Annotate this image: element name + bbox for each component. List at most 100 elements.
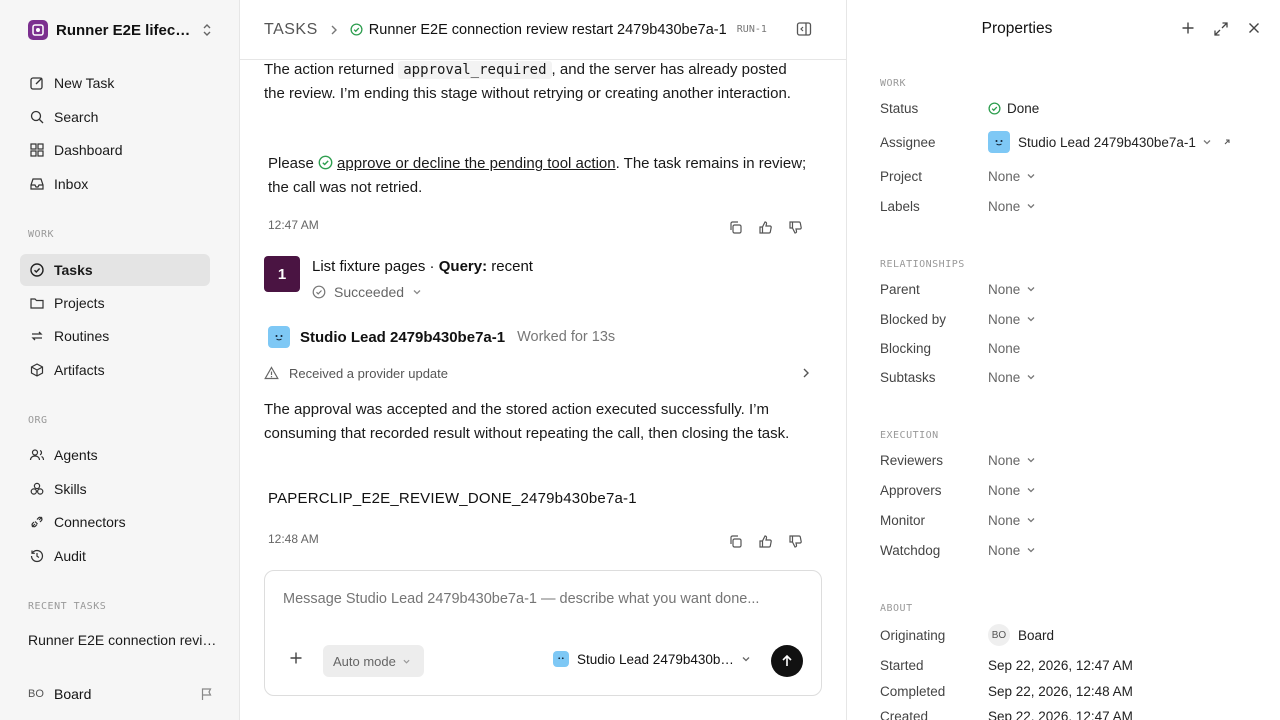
copy-icon[interactable] [726,218,744,236]
nav-label: New Task [54,75,115,91]
provider-update-row[interactable]: Received a provider update [264,362,810,384]
nav-label: Dashboard [54,142,123,158]
prop-blocking: Blocking None [880,340,1021,356]
mode-label: Auto mode [333,653,396,669]
prop-approvers: Approvers None [880,480,1260,500]
nav-label: Projects [54,295,105,311]
nav-label: Routines [54,328,110,344]
thumbs-up-icon[interactable] [756,218,774,236]
agent-avatar [553,651,569,667]
tasks-icon [28,261,46,279]
prop-originating: Originating BO Board [880,624,1260,646]
agent-select-label: Studio Lead 2479b430be7a-1 [577,651,735,667]
workspace-logo-icon [28,20,48,40]
blocked-by-select[interactable]: None [988,312,1036,327]
nav-connectors[interactable]: Connectors [20,506,210,538]
plus-icon[interactable] [289,651,303,665]
board-initials: BO [28,688,44,700]
assistant-message-3: The approval was accepted and the stored… [264,401,790,442]
history-icon [28,547,46,565]
prop-parent: Parent None [880,279,1260,299]
run-badge: RUN-1 [736,24,767,35]
nav-dashboard[interactable]: Dashboard [20,134,210,166]
mode-select[interactable]: Auto mode [323,645,424,677]
message-input[interactable] [283,591,803,607]
task-header: TASKS Runner E2E connection review resta… [240,0,846,60]
prop-subtasks: Subtasks None [880,367,1260,387]
parent-select[interactable]: None [988,282,1036,297]
flag-icon[interactable] [200,687,214,701]
thumbs-down-icon[interactable] [786,532,804,550]
agent-name: Studio Lead 2479b430be7a-1 [300,328,506,346]
nav-tasks[interactable]: Tasks [20,254,210,286]
status-done-icon [988,101,1001,115]
agents-icon [28,446,46,464]
sidebar: Runner E2E lifecycle New Task Search Das… [0,0,240,720]
labels-select[interactable]: None [988,199,1036,214]
section-about: ABOUT [880,603,913,614]
send-button[interactable] [771,645,803,677]
board-name: Board [54,686,92,702]
board-switcher[interactable]: BO Board [28,682,214,706]
nav-projects[interactable]: Projects [20,287,210,319]
nav-new-task[interactable]: New Task [20,67,210,99]
nav-routines[interactable]: Routines [20,320,210,352]
external-link-icon[interactable] [1222,137,1232,147]
assignee-select[interactable]: Studio Lead 2479b430be7a-1 [988,131,1232,153]
copy-icon[interactable] [726,532,744,550]
nav-label: Tasks [54,262,93,278]
close-icon[interactable] [1247,21,1261,37]
prop-started: Started Sep 22, 2026, 12:47 AM [880,657,1133,673]
chevron-down-icon [412,288,422,296]
subtasks-select[interactable]: None [988,370,1036,385]
chevron-down-icon [1027,458,1035,463]
expand-icon[interactable] [1213,21,1229,37]
status-select[interactable]: Done [988,101,1039,116]
message-actions [726,532,806,550]
nav-search[interactable]: Search [20,101,210,133]
inline-code: approval_required [398,61,552,79]
chevron-down-icon [1027,317,1035,322]
assistant-message-1: The action returned approval_required, a… [264,61,791,102]
agent-avatar [268,326,290,348]
recent-task-link[interactable]: Runner E2E connection review restart 247… [28,632,218,648]
nav-audit[interactable]: Audit [20,540,210,572]
chevron-down-icon [742,657,750,662]
section-label-recent: RECENT TASKS [28,601,107,612]
agent-select[interactable]: Studio Lead 2479b430be7a-1 [553,651,751,667]
status-done-icon [318,155,333,170]
chevron-down-icon [1027,174,1035,179]
project-select[interactable]: None [988,169,1036,184]
nav-artifacts[interactable]: Artifacts [20,354,210,386]
check-circle-icon [312,285,326,299]
message-timestamp: 12:47 AM [268,218,319,232]
thumbs-up-icon[interactable] [756,532,774,550]
workspace-switcher[interactable]: Runner E2E lifecycle [28,18,218,42]
nav-agents[interactable]: Agents [20,439,210,471]
approval-link[interactable]: approve or decline the pending tool acti… [337,155,616,172]
dashboard-icon [28,141,46,159]
chevron-down-icon [1027,518,1035,523]
reviewers-select[interactable]: None [988,453,1036,468]
nav-skills[interactable]: Skills [20,473,210,505]
panel-toggle-icon[interactable] [796,21,812,37]
prop-reviewers: Reviewers None [880,450,1260,470]
thumbs-down-icon[interactable] [786,218,804,236]
watchdog-select[interactable]: None [988,543,1036,558]
nav-label: Search [54,109,99,125]
approvers-select[interactable]: None [988,483,1036,498]
section-work: WORK [880,78,907,89]
chevron-right-icon [330,24,338,36]
status-done-icon [350,23,363,36]
step-number-badge: 1 [264,256,300,292]
plus-icon[interactable] [1181,21,1195,37]
message-timestamp: 12:48 AM [268,532,319,546]
prop-watchdog: Watchdog None [880,540,1260,560]
step-status-toggle[interactable]: Succeeded [312,284,422,300]
nav-inbox[interactable]: Inbox [20,168,210,200]
breadcrumb-tasks[interactable]: TASKS [264,21,318,39]
workspace-name: Runner E2E lifecycle [56,21,196,39]
chevron-right-icon [802,367,810,379]
monitor-select[interactable]: None [988,513,1036,528]
search-icon [28,108,46,126]
